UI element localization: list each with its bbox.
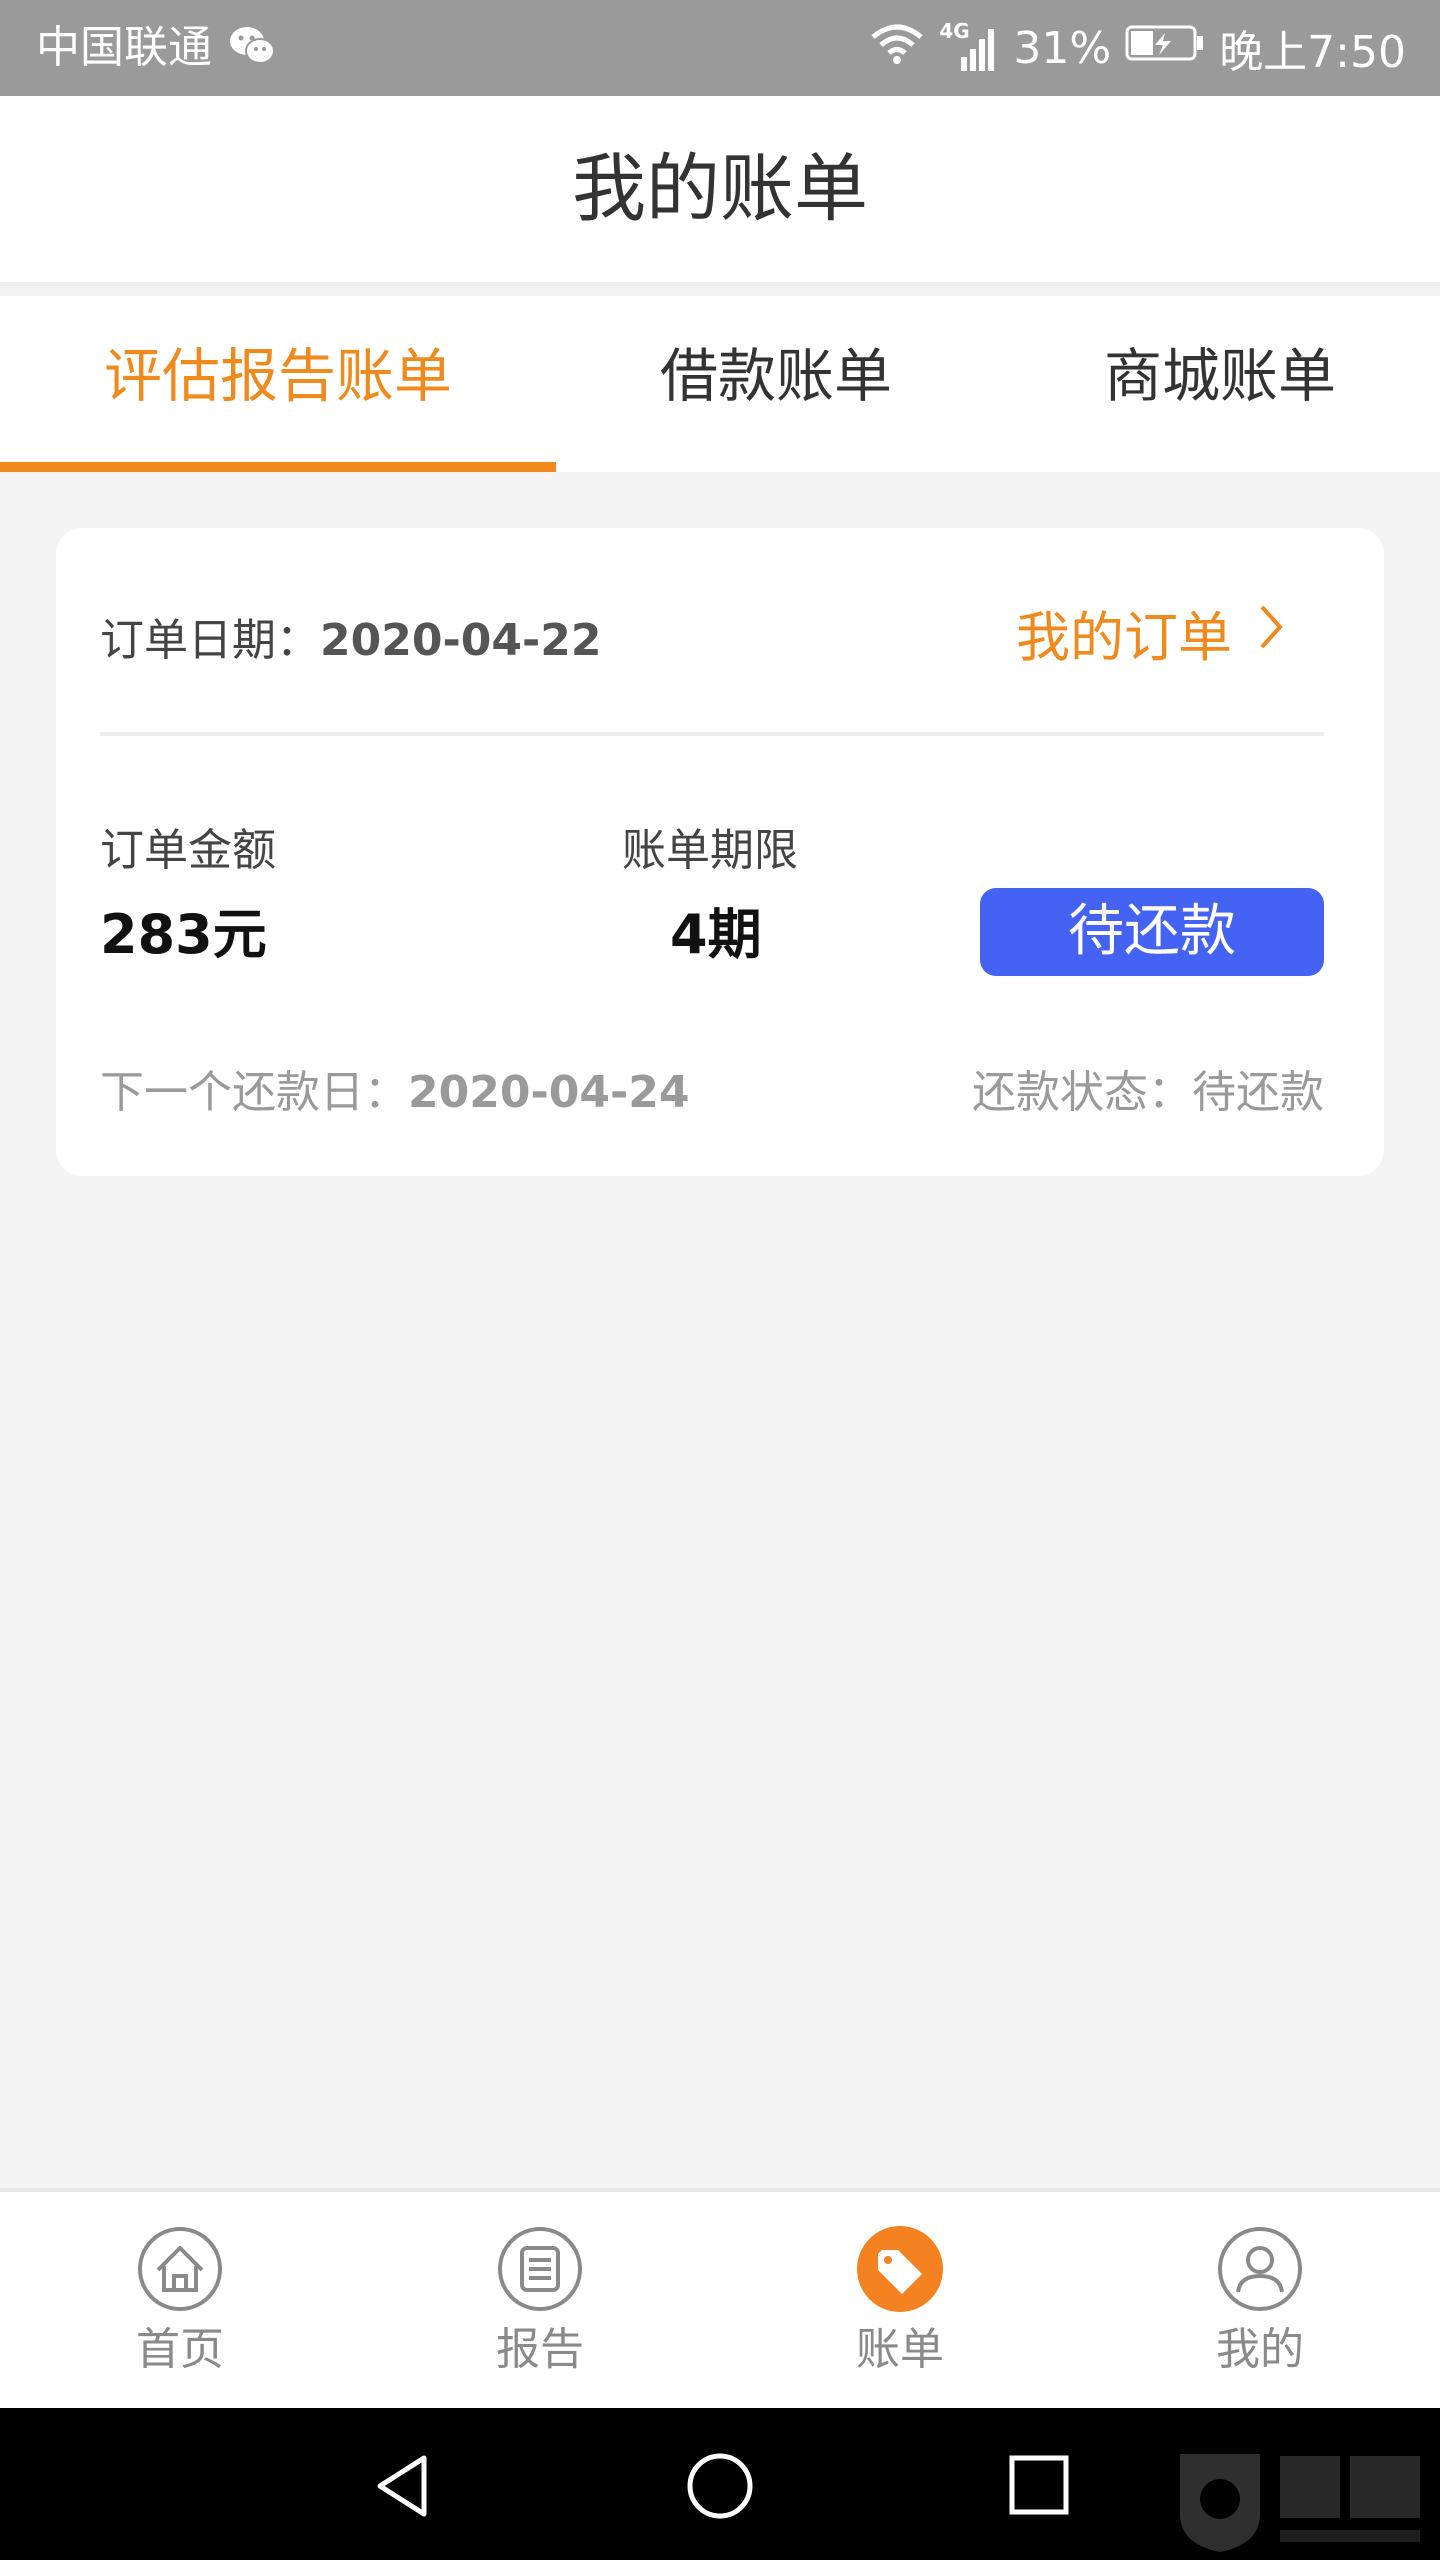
- repay-status-label: 还款状态：: [972, 1067, 1192, 1118]
- nav-mine-label: 我的: [1216, 2324, 1304, 2375]
- tag-icon: [854, 2226, 946, 2316]
- next-due-value: 2020-04-24: [408, 1067, 690, 1118]
- tab-assessment-report-bill[interactable]: 评估报告账单: [40, 336, 516, 416]
- bottom-nav: 首页 报告 账单 我的: [0, 2188, 1440, 2408]
- order-date: 订单日期：2020-04-22: [100, 604, 601, 668]
- status-right: 4G 31% 晚上7:50: [869, 18, 1406, 78]
- nav-bill[interactable]: 账单: [820, 2226, 980, 2380]
- repay-status-value: 待还款: [1192, 1067, 1324, 1118]
- recent-apps-icon[interactable]: [1008, 2454, 1070, 2520]
- back-icon[interactable]: [370, 2452, 434, 2524]
- chevron-right-icon: [1256, 601, 1286, 664]
- nav-home[interactable]: 首页: [100, 2226, 260, 2380]
- next-due-label: 下一个还款日：: [100, 1067, 408, 1118]
- title-bar: 我的账单: [0, 96, 1440, 288]
- my-orders-label: 我的订单: [1016, 605, 1232, 669]
- card-divider: [100, 732, 1324, 736]
- bill-tabs: 评估报告账单 借款账单 商城账单: [0, 296, 1440, 472]
- my-orders-link[interactable]: 我的订单: [1016, 592, 1286, 672]
- wechat-icon: [228, 24, 276, 72]
- home-circle-icon[interactable]: [686, 2452, 754, 2524]
- order-date-label: 订单日期：: [100, 615, 320, 666]
- term-value: 4期: [670, 903, 762, 966]
- status-bar: 中国联通 4G 31% 晚上7:50: [0, 0, 1440, 96]
- clock: 晚上7:50: [1219, 27, 1406, 78]
- amount-value: 283元: [100, 903, 267, 966]
- pending-repayment-button[interactable]: 待还款: [980, 888, 1324, 976]
- user-icon: [1214, 2227, 1306, 2316]
- battery-percent: 31%: [1013, 22, 1112, 74]
- nav-home-label: 首页: [136, 2324, 224, 2375]
- active-tab-indicator: [0, 462, 556, 472]
- carrier-name: 中国联通: [36, 22, 212, 73]
- nav-mine[interactable]: 我的: [1180, 2226, 1340, 2380]
- watermark-logo: [1170, 2444, 1430, 2558]
- nav-report[interactable]: 报告: [460, 2226, 620, 2380]
- nav-report-label: 报告: [496, 2324, 584, 2375]
- tab-loan-bill[interactable]: 借款账单: [556, 336, 996, 416]
- bill-card: 订单日期：2020-04-22 我的订单 订单金额 283元 账单期限 4期 待…: [56, 528, 1384, 1176]
- tab-mall-bill[interactable]: 商城账单: [1000, 336, 1440, 416]
- term-label: 账单期限: [622, 825, 798, 876]
- order-date-value: 2020-04-22: [320, 615, 602, 666]
- repay-status: 还款状态：待还款: [972, 1056, 1324, 1120]
- battery-icon: [1125, 23, 1205, 74]
- nav-bill-label: 账单: [856, 2324, 944, 2375]
- home-icon: [134, 2227, 226, 2316]
- page-title: 我的账单: [572, 146, 868, 232]
- next-due-date: 下一个还款日：2020-04-24: [100, 1056, 689, 1120]
- report-icon: [494, 2227, 586, 2316]
- amount-label: 订单金额: [100, 825, 276, 876]
- wifi-icon: [869, 21, 925, 76]
- signal-icon: 4G: [939, 19, 999, 73]
- system-nav-bar: [0, 2408, 1440, 2560]
